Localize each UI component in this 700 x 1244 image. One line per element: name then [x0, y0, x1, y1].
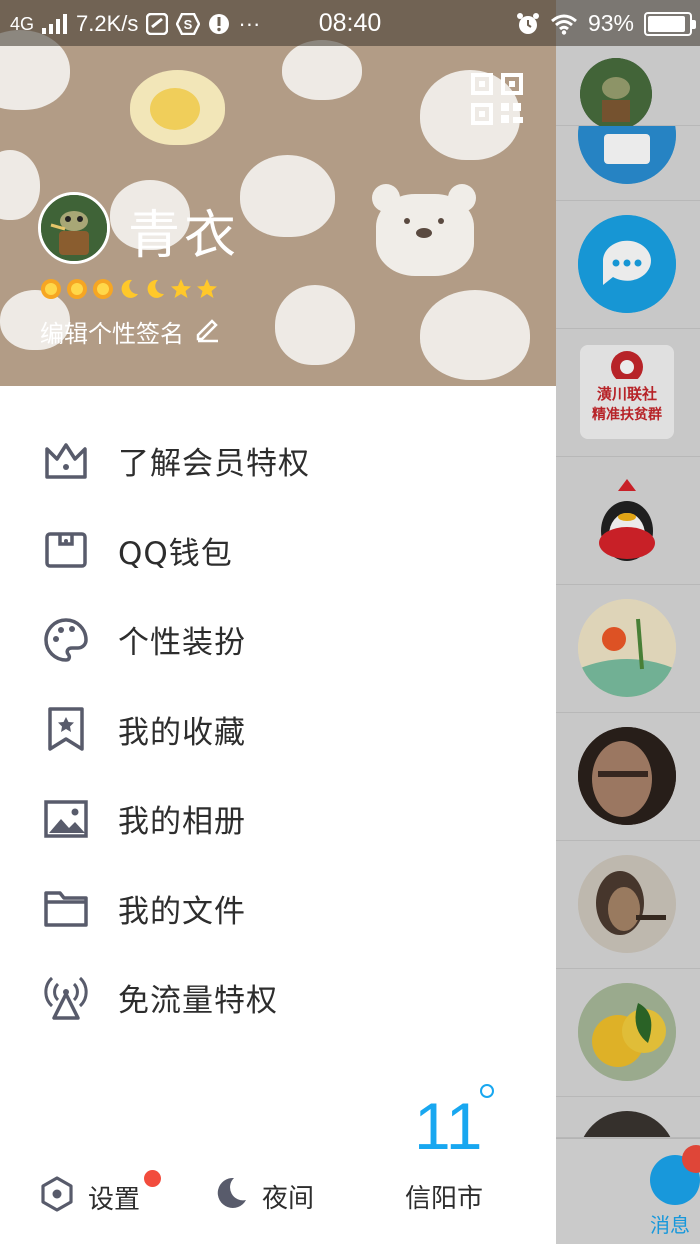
palette-icon	[42, 616, 90, 664]
profile-header[interactable]: 青衣 编辑个性签名	[0, 0, 556, 386]
broadcast-icon	[42, 974, 90, 1022]
sun-icon	[66, 278, 88, 304]
bun-pattern	[0, 150, 40, 220]
menu-item-personalize[interactable]: 个性装扮	[0, 595, 556, 685]
weather-city: 信阳市	[405, 1184, 484, 1214]
status-bar: 4G 7.2K/s S ··· 08:40 93%	[0, 0, 700, 46]
menu-item-wallet[interactable]: QQ钱包	[0, 506, 556, 596]
menu-label: QQ钱包	[118, 535, 233, 572]
menu-item-free-data[interactable]: 免流量特权	[0, 953, 556, 1043]
degree-symbol	[480, 1084, 494, 1098]
alarm-icon	[516, 12, 540, 36]
moon-icon	[118, 278, 140, 304]
menu-label: 了解会员特权	[118, 446, 310, 483]
settings-label: 设置	[88, 1185, 141, 1215]
menu-label: 个性装扮	[118, 625, 246, 662]
weather-temperature: 11	[414, 1089, 483, 1163]
bun-pattern	[240, 155, 335, 237]
sun-icon	[40, 278, 62, 304]
menu-item-favorites[interactable]: 我的收藏	[0, 685, 556, 775]
avatar[interactable]	[38, 192, 110, 264]
drawer-menu: 了解会员特权 QQ钱包 个性装扮 我的收藏 我的相册 我的文件 免流量特权	[0, 416, 556, 1043]
night-mode-button[interactable]: 夜间	[214, 1176, 314, 1217]
settings-button[interactable]: 设置	[40, 1170, 161, 1219]
egg-pattern	[130, 70, 225, 145]
side-drawer: 青衣 编辑个性签名 了解会员特权 QQ钱包 个性装扮 我的收藏 我的相册 我的文…	[0, 0, 556, 1244]
settings-hexagon-icon	[40, 1176, 74, 1219]
battery-fill	[648, 15, 686, 32]
photo-icon	[42, 795, 90, 843]
menu-label: 我的相册	[118, 804, 246, 841]
moon-icon	[214, 1176, 248, 1217]
folder-icon	[42, 884, 90, 932]
qr-code-icon[interactable]	[470, 72, 524, 126]
settings-notification-dot	[144, 1170, 161, 1187]
moon-icon	[144, 278, 166, 304]
wifi-icon	[550, 13, 578, 35]
menu-item-vip[interactable]: 了解会员特权	[0, 416, 556, 506]
menu-item-album[interactable]: 我的相册	[0, 774, 556, 864]
bun-pattern	[275, 285, 355, 365]
pencil-icon	[194, 315, 222, 349]
star-icon	[170, 278, 192, 304]
bear-pattern	[370, 180, 480, 280]
chat-list-background: 潢川联社 精准扶贫群 消息	[556, 0, 700, 1244]
qq-level-icons[interactable]	[40, 278, 218, 304]
battery-percent: 93%	[587, 10, 634, 36]
menu-label: 我的收藏	[118, 714, 246, 751]
crown-icon	[42, 437, 90, 485]
battery-icon	[644, 11, 696, 36]
bookmark-star-icon	[42, 705, 90, 753]
bun-pattern	[420, 290, 530, 380]
bg-dim-overlay	[556, 0, 700, 1244]
sun-icon	[92, 278, 114, 304]
menu-item-files[interactable]: 我的文件	[0, 864, 556, 954]
edit-signature-button[interactable]: 编辑个性签名	[40, 314, 222, 349]
wallet-icon	[42, 526, 90, 574]
star-icon	[196, 278, 218, 304]
night-mode-label: 夜间	[262, 1184, 315, 1214]
nickname[interactable]: 青衣	[128, 193, 240, 268]
menu-label: 我的文件	[118, 893, 246, 930]
menu-label: 免流量特权	[118, 983, 278, 1020]
bun-pattern	[282, 40, 362, 100]
signature-label: 编辑个性签名	[40, 320, 184, 348]
